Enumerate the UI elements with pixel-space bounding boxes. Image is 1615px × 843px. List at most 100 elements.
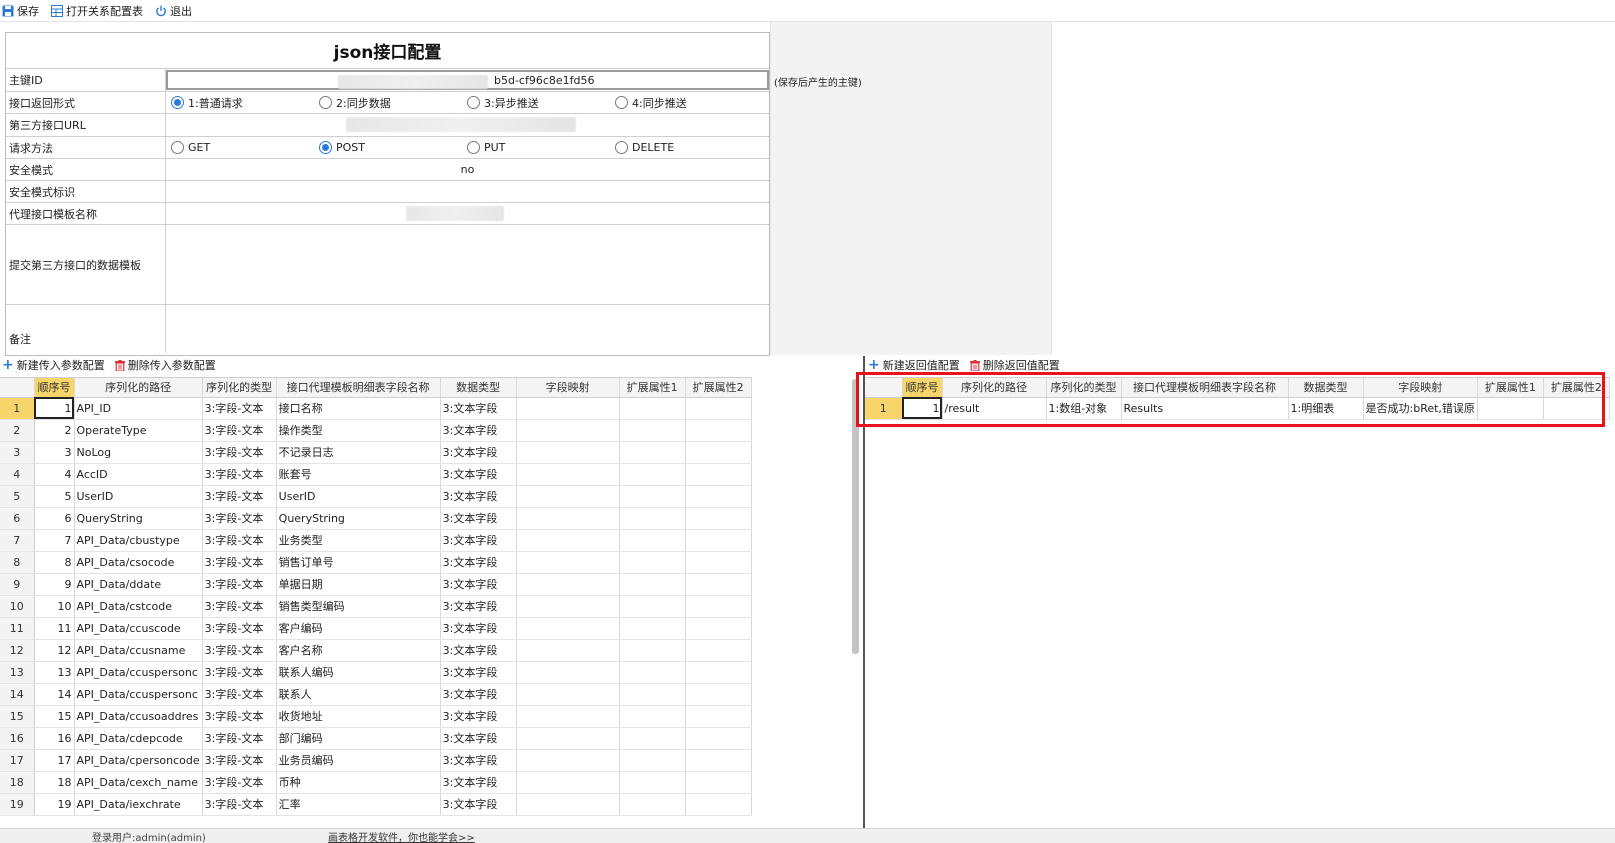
table-cell[interactable]	[619, 661, 686, 684]
table-cell[interactable]: 3:文本字段	[440, 639, 517, 662]
table-cell[interactable]	[619, 749, 686, 772]
table-cell[interactable]: 3:字段-文本	[202, 705, 277, 728]
delete-return-value-button[interactable]: 删除返回值配置	[969, 357, 1060, 373]
row-number[interactable]: 5	[0, 485, 35, 508]
table-cell[interactable]	[619, 419, 686, 442]
row-number[interactable]: 2	[0, 419, 35, 442]
table-cell[interactable]	[685, 573, 752, 596]
return-type-radio-1[interactable]: 1:普通请求	[166, 95, 314, 111]
table-cell[interactable]: 汇率	[276, 793, 441, 816]
table-cell[interactable]	[516, 551, 620, 574]
table-cell[interactable]: /result	[942, 397, 1047, 420]
table-cell[interactable]	[1543, 397, 1610, 420]
table-cell[interactable]: QueryString	[276, 507, 441, 530]
table-cell[interactable]: 3:文本字段	[440, 595, 517, 618]
return-type-radio-2[interactable]: 2:同步数据	[314, 95, 462, 111]
method-radio-2[interactable]: POST	[314, 141, 462, 154]
table-cell[interactable]	[619, 551, 686, 574]
row-number[interactable]: 7	[0, 529, 35, 552]
table-cell[interactable]	[516, 749, 620, 772]
table-cell[interactable]: UserID	[276, 485, 441, 508]
row-number[interactable]: 3	[0, 441, 35, 464]
table-cell[interactable]: 3:字段-文本	[202, 683, 277, 706]
column-header[interactable]: 接口代理模板明细表字段名称	[276, 378, 441, 398]
table-cell[interactable]	[685, 617, 752, 640]
table-cell[interactable]: Results	[1121, 397, 1289, 420]
table-row[interactable]: 15 15 API_Data/ccusoaddres 3:字段-文本 收货地址 3:文本字…	[0, 705, 752, 728]
table-cell[interactable]: 6	[34, 507, 75, 530]
row-number[interactable]: 12	[0, 639, 35, 662]
table-cell[interactable]: 币种	[276, 771, 441, 794]
table-row[interactable]: 9 9 API_Data/ddate 3:字段-文本 单据日期 3:文本字段	[0, 573, 752, 596]
table-cell[interactable]: 7	[34, 529, 75, 552]
table-cell[interactable]	[685, 661, 752, 684]
column-header[interactable]: 扩展属性2	[685, 378, 752, 398]
left-grid-scrollbar[interactable]	[852, 379, 859, 654]
table-cell[interactable]	[619, 441, 686, 464]
table-cell[interactable]: 3:文本字段	[440, 661, 517, 684]
table-cell[interactable]: API_Data/iexchrate	[74, 793, 203, 816]
table-cell[interactable]: 3	[34, 441, 75, 464]
table-cell[interactable]: 3:文本字段	[440, 573, 517, 596]
table-cell[interactable]: 3:字段-文本	[202, 617, 277, 640]
table-cell[interactable]: 3:文本字段	[440, 617, 517, 640]
pk-input[interactable]: b5d-cf96c8e1fd56	[166, 70, 769, 90]
proxy-input[interactable]	[166, 203, 769, 224]
table-cell[interactable]: 3:文本字段	[440, 419, 517, 442]
table-cell[interactable]: 11	[34, 617, 75, 640]
table-cell[interactable]	[619, 793, 686, 816]
table-cell[interactable]: 14	[34, 683, 75, 706]
table-row[interactable]: 14 14 API_Data/ccuspersonc 3:字段-文本 联系人 3:文本字段	[0, 683, 752, 706]
table-cell[interactable]: API_Data/cdepcode	[74, 727, 203, 750]
column-header[interactable]: 序列化的路径	[942, 378, 1047, 398]
table-cell[interactable]: 是否成功:bRet,错误原	[1363, 397, 1478, 420]
table-row[interactable]: 6 6 QueryString 3:字段-文本 QueryString 3:文本字段	[0, 507, 752, 530]
row-number[interactable]: 10	[0, 595, 35, 618]
delete-input-param-button[interactable]: 删除传入参数配置	[114, 357, 216, 373]
row-number[interactable]: 1	[865, 397, 903, 420]
table-row[interactable]: 18 18 API_Data/cexch_name 3:字段-文本 币种 3:文本字段	[0, 771, 752, 794]
row-number[interactable]: 4	[0, 463, 35, 486]
table-cell[interactable]	[516, 573, 620, 596]
table-cell[interactable]: API_Data/ccuscode	[74, 617, 203, 640]
table-cell[interactable]	[685, 793, 752, 816]
table-row[interactable]: 10 10 API_Data/cstcode 3:字段-文本 销售类型编码 3:文本字段	[0, 595, 752, 618]
table-cell[interactable]: 账套号	[276, 463, 441, 486]
column-header[interactable]: 顺序号	[902, 378, 943, 398]
table-cell[interactable]: 1:数组-对象	[1046, 397, 1122, 420]
table-cell[interactable]: 2	[34, 419, 75, 442]
return-type-radio-4[interactable]: 4:同步推送	[610, 95, 758, 111]
table-cell[interactable]	[619, 727, 686, 750]
security-flag-input[interactable]	[166, 181, 769, 202]
table-cell[interactable]: 销售类型编码	[276, 595, 441, 618]
table-cell[interactable]	[516, 419, 620, 442]
table-cell[interactable]: 3:字段-文本	[202, 397, 277, 420]
table-cell[interactable]: 3:字段-文本	[202, 727, 277, 750]
table-row[interactable]: 19 19 API_Data/iexchrate 3:字段-文本 汇率 3:文本字段	[0, 793, 752, 816]
table-cell[interactable]	[516, 397, 620, 420]
table-cell[interactable]: 3:文本字段	[440, 463, 517, 486]
table-cell[interactable]: 15	[34, 705, 75, 728]
table-cell[interactable]	[619, 507, 686, 530]
table-cell[interactable]	[685, 419, 752, 442]
table-row[interactable]: 2 2 OperateType 3:字段-文本 操作类型 3:文本字段	[0, 419, 752, 442]
table-cell[interactable]: 5	[34, 485, 75, 508]
table-row[interactable]: 17 17 API_Data/cpersoncode 3:字段-文本 业务员编码 3:文本…	[0, 749, 752, 772]
promo-link[interactable]: 画表格开发软件，你也能学会>>	[328, 829, 475, 843]
table-cell[interactable]: 联系人编码	[276, 661, 441, 684]
table-cell[interactable]: 16	[34, 727, 75, 750]
table-cell[interactable]: 客户名称	[276, 639, 441, 662]
table-cell[interactable]	[516, 793, 620, 816]
table-cell[interactable]	[516, 595, 620, 618]
table-cell[interactable]	[685, 397, 752, 420]
table-cell[interactable]: 9	[34, 573, 75, 596]
row-number[interactable]: 16	[0, 727, 35, 750]
method-radio-1[interactable]: GET	[166, 141, 314, 154]
table-cell[interactable]	[619, 705, 686, 728]
table-cell[interactable]: 13	[34, 661, 75, 684]
table-cell[interactable]	[516, 727, 620, 750]
column-header[interactable]: 数据类型	[440, 378, 517, 398]
table-cell[interactable]: OperateType	[74, 419, 203, 442]
table-cell[interactable]: 3:文本字段	[440, 441, 517, 464]
column-header[interactable]: 字段映射	[516, 378, 620, 398]
